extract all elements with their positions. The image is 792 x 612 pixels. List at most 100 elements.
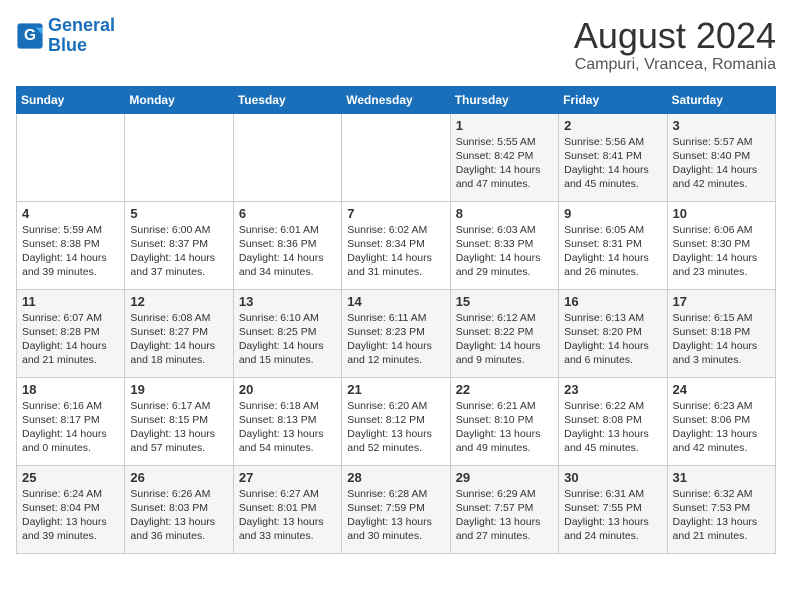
day-cell: 28 Sunrise: 6:28 AM Sunset: 7:59 PM Dayli…	[342, 465, 450, 553]
month-year: August 2024	[574, 16, 776, 56]
day-cell: 7 Sunrise: 6:02 AM Sunset: 8:34 PM Daylig…	[342, 201, 450, 289]
day-content: Sunrise: 6:03 AM Sunset: 8:33 PM Dayligh…	[456, 223, 553, 280]
day-cell: 26Sunrise: 6:26 AM Sunset: 8:03 PM Dayli…	[125, 465, 233, 553]
day-content: Sunrise: 6:31 AM Sunset: 7:55 PM Dayligh…	[564, 487, 661, 544]
day-cell: 12 Sunrise: 6:08 AM Sunset: 8:27 PM Dayli…	[125, 289, 233, 377]
day-content: Sunrise: 6:27 AM Sunset: 8:01 PM Dayligh…	[239, 487, 336, 544]
day-cell: 5Sunrise: 6:00 AM Sunset: 8:37 PM Daylig…	[125, 201, 233, 289]
header-day-friday: Friday	[559, 86, 667, 113]
day-cell: 16Sunrise: 6:13 AM Sunset: 8:20 PM Dayli…	[559, 289, 667, 377]
day-cell: 29 Sunrise: 6:29 AM Sunset: 7:57 PM Dayli…	[450, 465, 558, 553]
day-content: Sunrise: 6:32 AM Sunset: 7:53 PM Dayligh…	[673, 487, 770, 544]
day-cell	[17, 113, 125, 201]
day-content: Sunrise: 6:28 AM Sunset: 7:59 PM Dayligh…	[347, 487, 444, 544]
calendar-table: SundayMondayTuesdayWednesdayThursdayFrid…	[16, 86, 776, 554]
day-number: 24	[673, 382, 770, 397]
day-cell	[125, 113, 233, 201]
day-cell: 22Sunrise: 6:21 AM Sunset: 8:10 PM Dayli…	[450, 377, 558, 465]
day-number: 16	[564, 294, 661, 309]
calendar-header: SundayMondayTuesdayWednesdayThursdayFrid…	[17, 86, 776, 113]
day-cell	[342, 113, 450, 201]
day-cell: 23Sunrise: 6:22 AM Sunset: 8:08 PM Dayli…	[559, 377, 667, 465]
day-content: Sunrise: 6:16 AM Sunset: 8:17 PM Dayligh…	[22, 399, 119, 456]
day-cell: 21 Sunrise: 6:20 AM Sunset: 8:12 PM Dayli…	[342, 377, 450, 465]
day-cell: 30 Sunrise: 6:31 AM Sunset: 7:55 PM Dayli…	[559, 465, 667, 553]
day-content: Sunrise: 6:11 AM Sunset: 8:23 PM Dayligh…	[347, 311, 444, 368]
day-cell: 11 Sunrise: 6:07 AM Sunset: 8:28 PM Dayli…	[17, 289, 125, 377]
day-content: Sunrise: 6:12 AM Sunset: 8:22 PM Dayligh…	[456, 311, 553, 368]
day-number: 10	[673, 206, 770, 221]
day-cell: 20 Sunrise: 6:18 AM Sunset: 8:13 PM Dayli…	[233, 377, 341, 465]
day-number: 12	[130, 294, 227, 309]
day-content: Sunrise: 6:02 AM Sunset: 8:34 PM Dayligh…	[347, 223, 444, 280]
day-number: 11	[22, 294, 119, 309]
logo-icon: G	[16, 22, 44, 50]
logo-line2: Blue	[48, 35, 87, 55]
day-content: Sunrise: 6:07 AM Sunset: 8:28 PM Dayligh…	[22, 311, 119, 368]
day-number: 29	[456, 470, 553, 485]
week-row-3: 11 Sunrise: 6:07 AM Sunset: 8:28 PM Dayli…	[17, 289, 776, 377]
day-content: Sunrise: 6:15 AM Sunset: 8:18 PM Dayligh…	[673, 311, 770, 368]
day-content: Sunrise: 6:17 AM Sunset: 8:15 PM Dayligh…	[130, 399, 227, 456]
day-number: 15	[456, 294, 553, 309]
day-content: Sunrise: 6:26 AM Sunset: 8:03 PM Dayligh…	[130, 487, 227, 544]
day-cell: 18Sunrise: 6:16 AM Sunset: 8:17 PM Dayli…	[17, 377, 125, 465]
page-header: G General Blue August 2024 Campuri, Vran…	[16, 16, 776, 74]
header-day-thursday: Thursday	[450, 86, 558, 113]
day-number: 30	[564, 470, 661, 485]
calendar-body: 1Sunrise: 5:55 AM Sunset: 8:42 PM Daylig…	[17, 113, 776, 553]
day-number: 28	[347, 470, 444, 485]
day-content: Sunrise: 5:56 AM Sunset: 8:41 PM Dayligh…	[564, 135, 661, 192]
logo-text: General Blue	[48, 16, 115, 56]
week-row-2: 4Sunrise: 5:59 AM Sunset: 8:38 PM Daylig…	[17, 201, 776, 289]
svg-text:G: G	[24, 27, 36, 44]
day-cell: 10Sunrise: 6:06 AM Sunset: 8:30 PM Dayli…	[667, 201, 775, 289]
day-cell: 31 Sunrise: 6:32 AM Sunset: 7:53 PM Dayli…	[667, 465, 775, 553]
day-number: 27	[239, 470, 336, 485]
day-number: 25	[22, 470, 119, 485]
day-number: 2	[564, 118, 661, 133]
day-content: Sunrise: 6:10 AM Sunset: 8:25 PM Dayligh…	[239, 311, 336, 368]
header-day-sunday: Sunday	[17, 86, 125, 113]
logo: G General Blue	[16, 16, 115, 56]
header-day-saturday: Saturday	[667, 86, 775, 113]
day-content: Sunrise: 6:18 AM Sunset: 8:13 PM Dayligh…	[239, 399, 336, 456]
day-cell: 1Sunrise: 5:55 AM Sunset: 8:42 PM Daylig…	[450, 113, 558, 201]
day-content: Sunrise: 5:57 AM Sunset: 8:40 PM Dayligh…	[673, 135, 770, 192]
day-number: 6	[239, 206, 336, 221]
day-number: 31	[673, 470, 770, 485]
day-number: 3	[673, 118, 770, 133]
day-number: 8	[456, 206, 553, 221]
day-cell: 2 Sunrise: 5:56 AM Sunset: 8:41 PM Daylig…	[559, 113, 667, 201]
header-day-wednesday: Wednesday	[342, 86, 450, 113]
week-row-5: 25 Sunrise: 6:24 AM Sunset: 8:04 PM Dayli…	[17, 465, 776, 553]
day-content: Sunrise: 6:24 AM Sunset: 8:04 PM Dayligh…	[22, 487, 119, 544]
day-content: Sunrise: 5:59 AM Sunset: 8:38 PM Dayligh…	[22, 223, 119, 280]
day-content: Sunrise: 6:00 AM Sunset: 8:37 PM Dayligh…	[130, 223, 227, 280]
day-cell: 8 Sunrise: 6:03 AM Sunset: 8:33 PM Daylig…	[450, 201, 558, 289]
day-content: Sunrise: 6:05 AM Sunset: 8:31 PM Dayligh…	[564, 223, 661, 280]
day-cell: 3 Sunrise: 5:57 AM Sunset: 8:40 PM Daylig…	[667, 113, 775, 201]
day-number: 13	[239, 294, 336, 309]
day-content: Sunrise: 6:29 AM Sunset: 7:57 PM Dayligh…	[456, 487, 553, 544]
title-block: August 2024 Campuri, Vrancea, Romania	[574, 16, 776, 74]
week-row-1: 1Sunrise: 5:55 AM Sunset: 8:42 PM Daylig…	[17, 113, 776, 201]
day-content: Sunrise: 6:08 AM Sunset: 8:27 PM Dayligh…	[130, 311, 227, 368]
day-number: 20	[239, 382, 336, 397]
day-number: 17	[673, 294, 770, 309]
day-cell: 17 Sunrise: 6:15 AM Sunset: 8:18 PM Dayli…	[667, 289, 775, 377]
day-cell: 24 Sunrise: 6:23 AM Sunset: 8:06 PM Dayli…	[667, 377, 775, 465]
day-number: 7	[347, 206, 444, 221]
day-number: 14	[347, 294, 444, 309]
location: Campuri, Vrancea, Romania	[574, 56, 776, 74]
day-cell: 6Sunrise: 6:01 AM Sunset: 8:36 PM Daylig…	[233, 201, 341, 289]
day-number: 9	[564, 206, 661, 221]
day-cell	[233, 113, 341, 201]
day-number: 21	[347, 382, 444, 397]
day-content: Sunrise: 6:23 AM Sunset: 8:06 PM Dayligh…	[673, 399, 770, 456]
day-cell: 13 Sunrise: 6:10 AM Sunset: 8:25 PM Dayli…	[233, 289, 341, 377]
day-cell: 14 Sunrise: 6:11 AM Sunset: 8:23 PM Dayli…	[342, 289, 450, 377]
header-day-tuesday: Tuesday	[233, 86, 341, 113]
header-day-monday: Monday	[125, 86, 233, 113]
day-content: Sunrise: 6:20 AM Sunset: 8:12 PM Dayligh…	[347, 399, 444, 456]
